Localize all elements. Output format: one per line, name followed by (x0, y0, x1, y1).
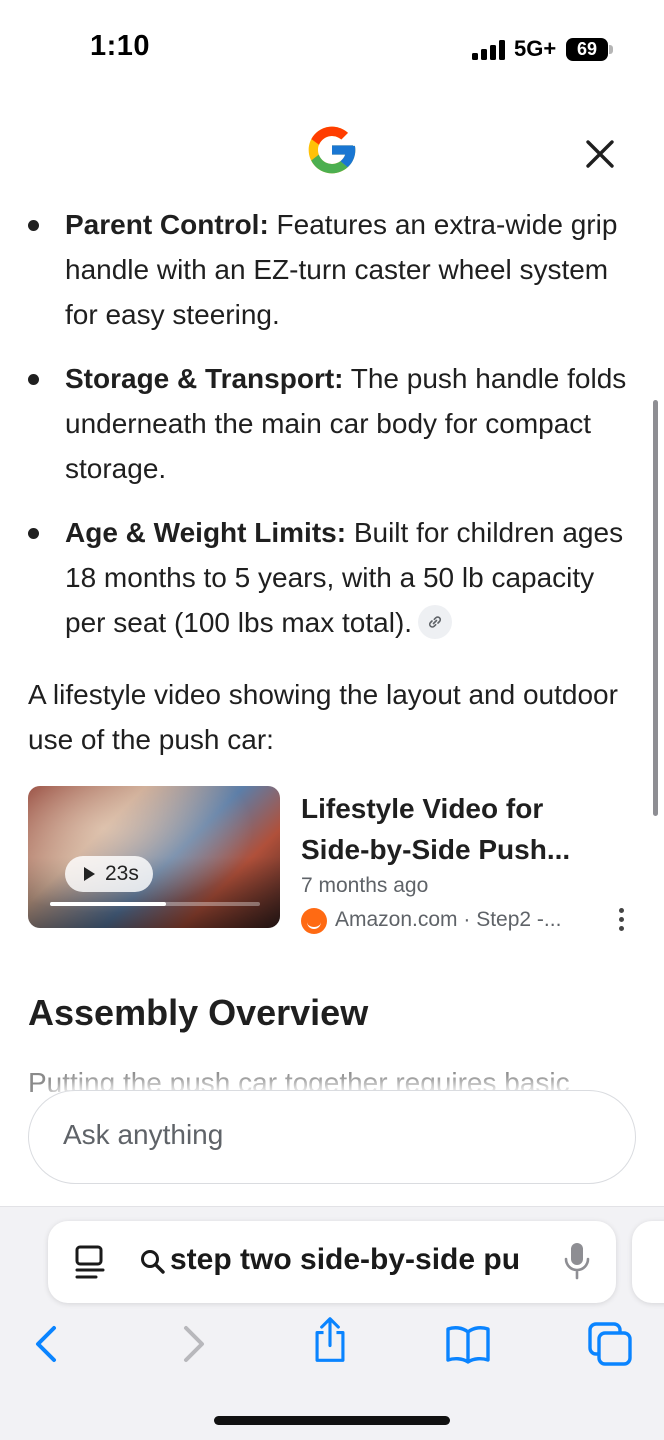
list-item: Age & Weight Limits: Built for children … (26, 510, 636, 645)
amazon-icon (301, 908, 327, 934)
duration-label: 23s (105, 862, 139, 885)
battery-icon: 69 (566, 38, 608, 61)
source-link-button[interactable] (418, 604, 453, 639)
video-age: 7 months ago (301, 874, 429, 897)
scrollbar[interactable] (653, 400, 658, 816)
address-bar[interactable]: step two side-by-side pu (48, 1221, 616, 1303)
ask-input[interactable]: Ask anything (28, 1090, 636, 1184)
source-label: Amazon.com · Step2 -... (335, 908, 562, 931)
video-progress (50, 902, 260, 906)
status-bar: 1:10 5G+ 69 (0, 0, 664, 100)
close-icon[interactable] (580, 134, 620, 174)
video-card[interactable]: 23s Lifestyle Video for Side-by-Side Pus… (28, 786, 636, 934)
signal-icon (472, 40, 505, 60)
ask-placeholder: Ask anything (63, 1119, 224, 1150)
home-indicator[interactable] (214, 1416, 450, 1425)
network-label: 5G+ (514, 36, 557, 61)
next-tab-preview[interactable] (632, 1221, 664, 1303)
bullet-title: Parent Control: (65, 209, 269, 240)
link-icon (429, 615, 442, 628)
feature-list: Parent Control: Features an extra-wide g… (26, 202, 636, 664)
bookmarks-icon[interactable] (444, 1320, 492, 1368)
battery-tip (609, 45, 613, 54)
play-icon (84, 867, 95, 881)
forward-icon[interactable] (168, 1320, 216, 1368)
more-options-icon[interactable] (614, 906, 628, 936)
intro-text: A lifestyle video showing the layout and… (28, 679, 618, 755)
list-item: Storage & Transport: The push handle fol… (26, 356, 636, 491)
duration-badge: 23s (65, 856, 153, 892)
video-title[interactable]: Lifestyle Video for Side-by-Side Push... (301, 788, 611, 870)
video-source: Amazon.com · Step2 -... (301, 906, 591, 934)
search-icon (141, 1250, 165, 1274)
section-heading: Assembly Overview (28, 992, 369, 1033)
page-menu-icon[interactable] (74, 1244, 106, 1280)
video-progress-fill (50, 902, 166, 906)
status-time: 1:10 (90, 30, 151, 62)
faded-paragraph: Putting the push car together requires b… (28, 1067, 570, 1092)
bullet-title: Storage & Transport: (65, 363, 344, 394)
list-item: Parent Control: Features an extra-wide g… (26, 202, 636, 337)
thumbnail-overlay (28, 786, 280, 928)
share-icon[interactable] (306, 1316, 354, 1364)
bullet-title: Age & Weight Limits: (65, 517, 347, 548)
back-icon[interactable] (24, 1320, 72, 1368)
address-text[interactable]: step two side-by-side pu (170, 1243, 542, 1277)
microphone-icon[interactable] (564, 1241, 590, 1281)
video-thumbnail[interactable]: 23s (28, 786, 280, 928)
tabs-icon[interactable] (586, 1320, 634, 1368)
google-g-icon[interactable] (304, 122, 360, 178)
